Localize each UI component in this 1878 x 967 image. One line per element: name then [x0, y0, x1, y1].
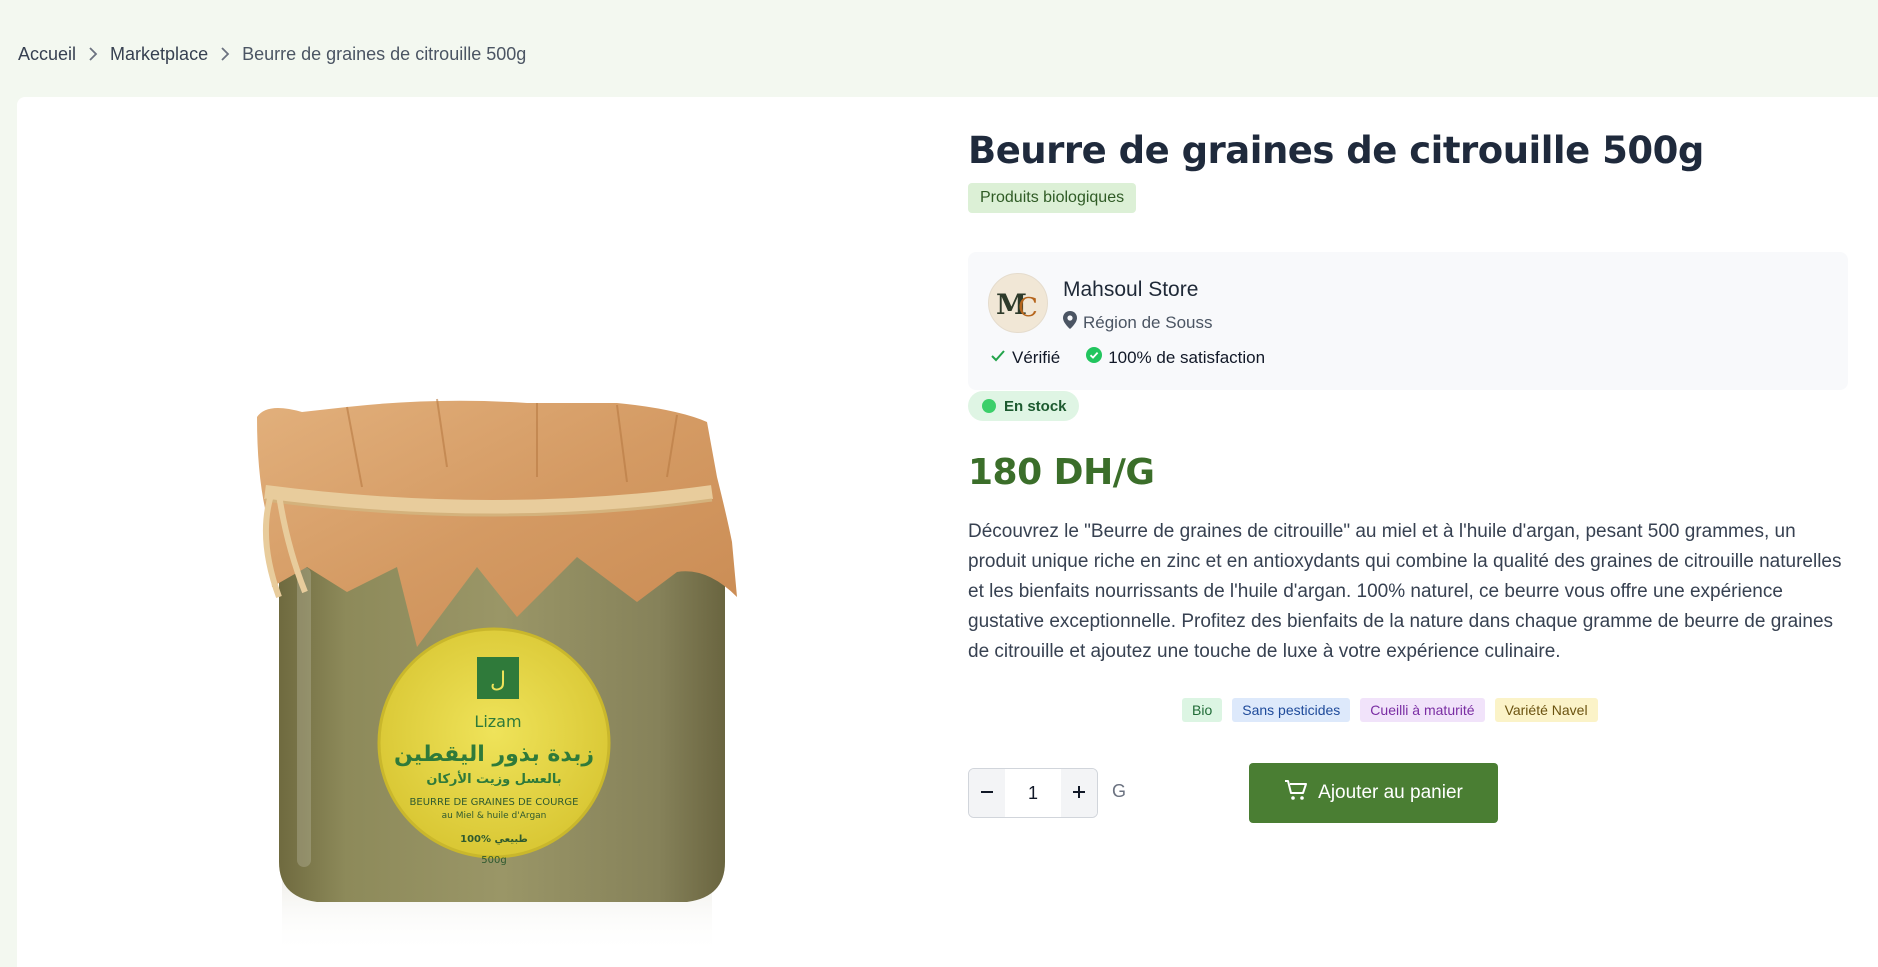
seller-badges: Vérifié 100% de satisfaction [990, 347, 1265, 368]
seller-avatar: M C [988, 273, 1048, 333]
stock-dot-icon [982, 399, 996, 413]
minus-icon [979, 784, 995, 803]
product-image: ل Lizam زبدة بذور اليقطين بالعسل وزيت ال… [17, 97, 947, 955]
svg-text:100% طبيعي: 100% طبيعي [460, 834, 528, 845]
seller-card[interactable]: M C Mahsoul Store Région de Souss Vérifi… [968, 252, 1848, 390]
breadcrumb: Accueil Marketplace Beurre de graines de… [18, 44, 526, 65]
breadcrumb-marketplace[interactable]: Marketplace [110, 44, 208, 65]
stock-label: En stock [1004, 397, 1067, 415]
add-to-cart-button[interactable]: Ajouter au panier [1249, 763, 1498, 823]
check-icon [990, 348, 1006, 368]
svg-text:500g: 500g [481, 855, 506, 866]
svg-text:BEURRE DE GRAINES DE COURGE: BEURRE DE GRAINES DE COURGE [410, 797, 579, 808]
check-circle-icon [1086, 347, 1103, 368]
plus-icon [1071, 784, 1087, 803]
svg-text:Lizam: Lizam [474, 712, 521, 731]
tag-cueilli: Cueilli à maturité [1360, 698, 1485, 722]
product-description: Découvrez le "Beurre de graines de citro… [968, 521, 1842, 662]
tag-bio: Bio [1182, 698, 1223, 722]
tag-variete: Variété Navel [1494, 698, 1598, 722]
increase-button[interactable] [1061, 769, 1097, 817]
svg-text:au Miel & huile d'Argan: au Miel & huile d'Argan [442, 811, 547, 821]
category-badge: Produits biologiques [968, 183, 1137, 213]
product-tags: Bio Sans pesticides Cueilli à maturité V… [1182, 698, 1598, 722]
chevron-right-icon [76, 44, 110, 65]
svg-text:ل: ل [490, 668, 506, 693]
quantity-value[interactable]: 1 [1005, 783, 1061, 804]
seller-region: Région de Souss [1063, 311, 1212, 334]
seller-region-label: Région de Souss [1083, 312, 1213, 332]
map-pin-icon [1063, 311, 1077, 334]
svg-text:زبدة بذور اليقطين: زبدة بذور اليقطين [394, 742, 594, 767]
product-title: Beurre de graines de citrouille 500g [968, 129, 1704, 172]
product-card: ل Lizam زبدة بذور اليقطين بالعسل وزيت ال… [17, 97, 1878, 967]
add-to-cart-label: Ajouter au panier [1318, 782, 1463, 803]
verified-badge: Vérifié [990, 347, 1060, 368]
seller-name[interactable]: Mahsoul Store [1063, 278, 1198, 302]
satisfaction-label: 100% de satisfaction [1108, 347, 1266, 367]
product-price: 180 DH/G [968, 452, 1155, 493]
breadcrumb-current: Beurre de graines de citrouille 500g [242, 44, 527, 64]
quantity-stepper: 1 [968, 768, 1098, 818]
svg-text:بالعسل وزيت الأركان: بالعسل وزيت الأركان [426, 770, 561, 787]
svg-text:C: C [1018, 293, 1038, 320]
chevron-right-icon [208, 44, 242, 65]
stock-badge: En stock [968, 391, 1079, 421]
breadcrumb-home[interactable]: Accueil [18, 44, 76, 65]
verified-label: Vérifié [1012, 347, 1061, 367]
shopping-cart-icon [1284, 779, 1308, 807]
decrease-button[interactable] [969, 769, 1005, 817]
tag-sans-pesticides: Sans pesticides [1232, 698, 1351, 722]
satisfaction-badge: 100% de satisfaction [1086, 347, 1265, 368]
quantity-unit: G [1112, 781, 1127, 801]
